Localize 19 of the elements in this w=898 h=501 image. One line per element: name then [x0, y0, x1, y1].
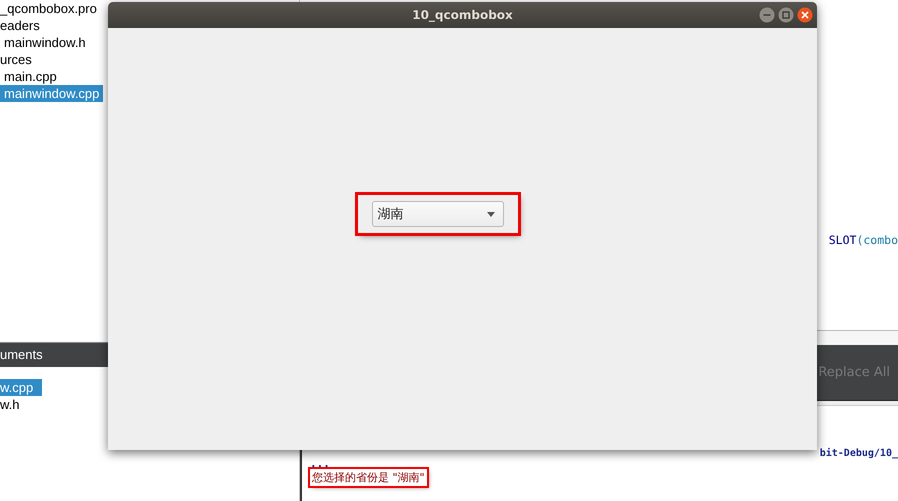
build-path: bit-Debug/10_ [820, 448, 898, 459]
tree-item[interactable]: mainwindow.cpp [0, 85, 104, 102]
minimize-button[interactable] [759, 7, 775, 23]
tree-item[interactable]: eaders [0, 17, 44, 34]
tree-item[interactable]: _qcombobox.pro [0, 0, 101, 17]
tree-item[interactable]: urces [0, 51, 36, 68]
dropdown-arrow-icon [486, 212, 494, 216]
tree-item[interactable]: main.cpp [0, 68, 61, 85]
maximize-button[interactable] [778, 7, 794, 23]
close-button[interactable] [797, 7, 813, 23]
output-message: 您选择的省份是 "湖南" [310, 469, 427, 486]
combo-box[interactable]: 湖南 [372, 201, 504, 227]
horizontal-scrollbar[interactable] [817, 330, 898, 345]
document-item[interactable]: w.h [0, 396, 42, 413]
window-title: 10_qcombobox [412, 8, 513, 22]
document-item[interactable]: w.cpp [0, 379, 42, 396]
code-line: SLOT(combo [828, 233, 898, 247]
output-ellipsis: ... [310, 459, 331, 469]
tree-item[interactable]: mainwindow.h [0, 34, 90, 51]
